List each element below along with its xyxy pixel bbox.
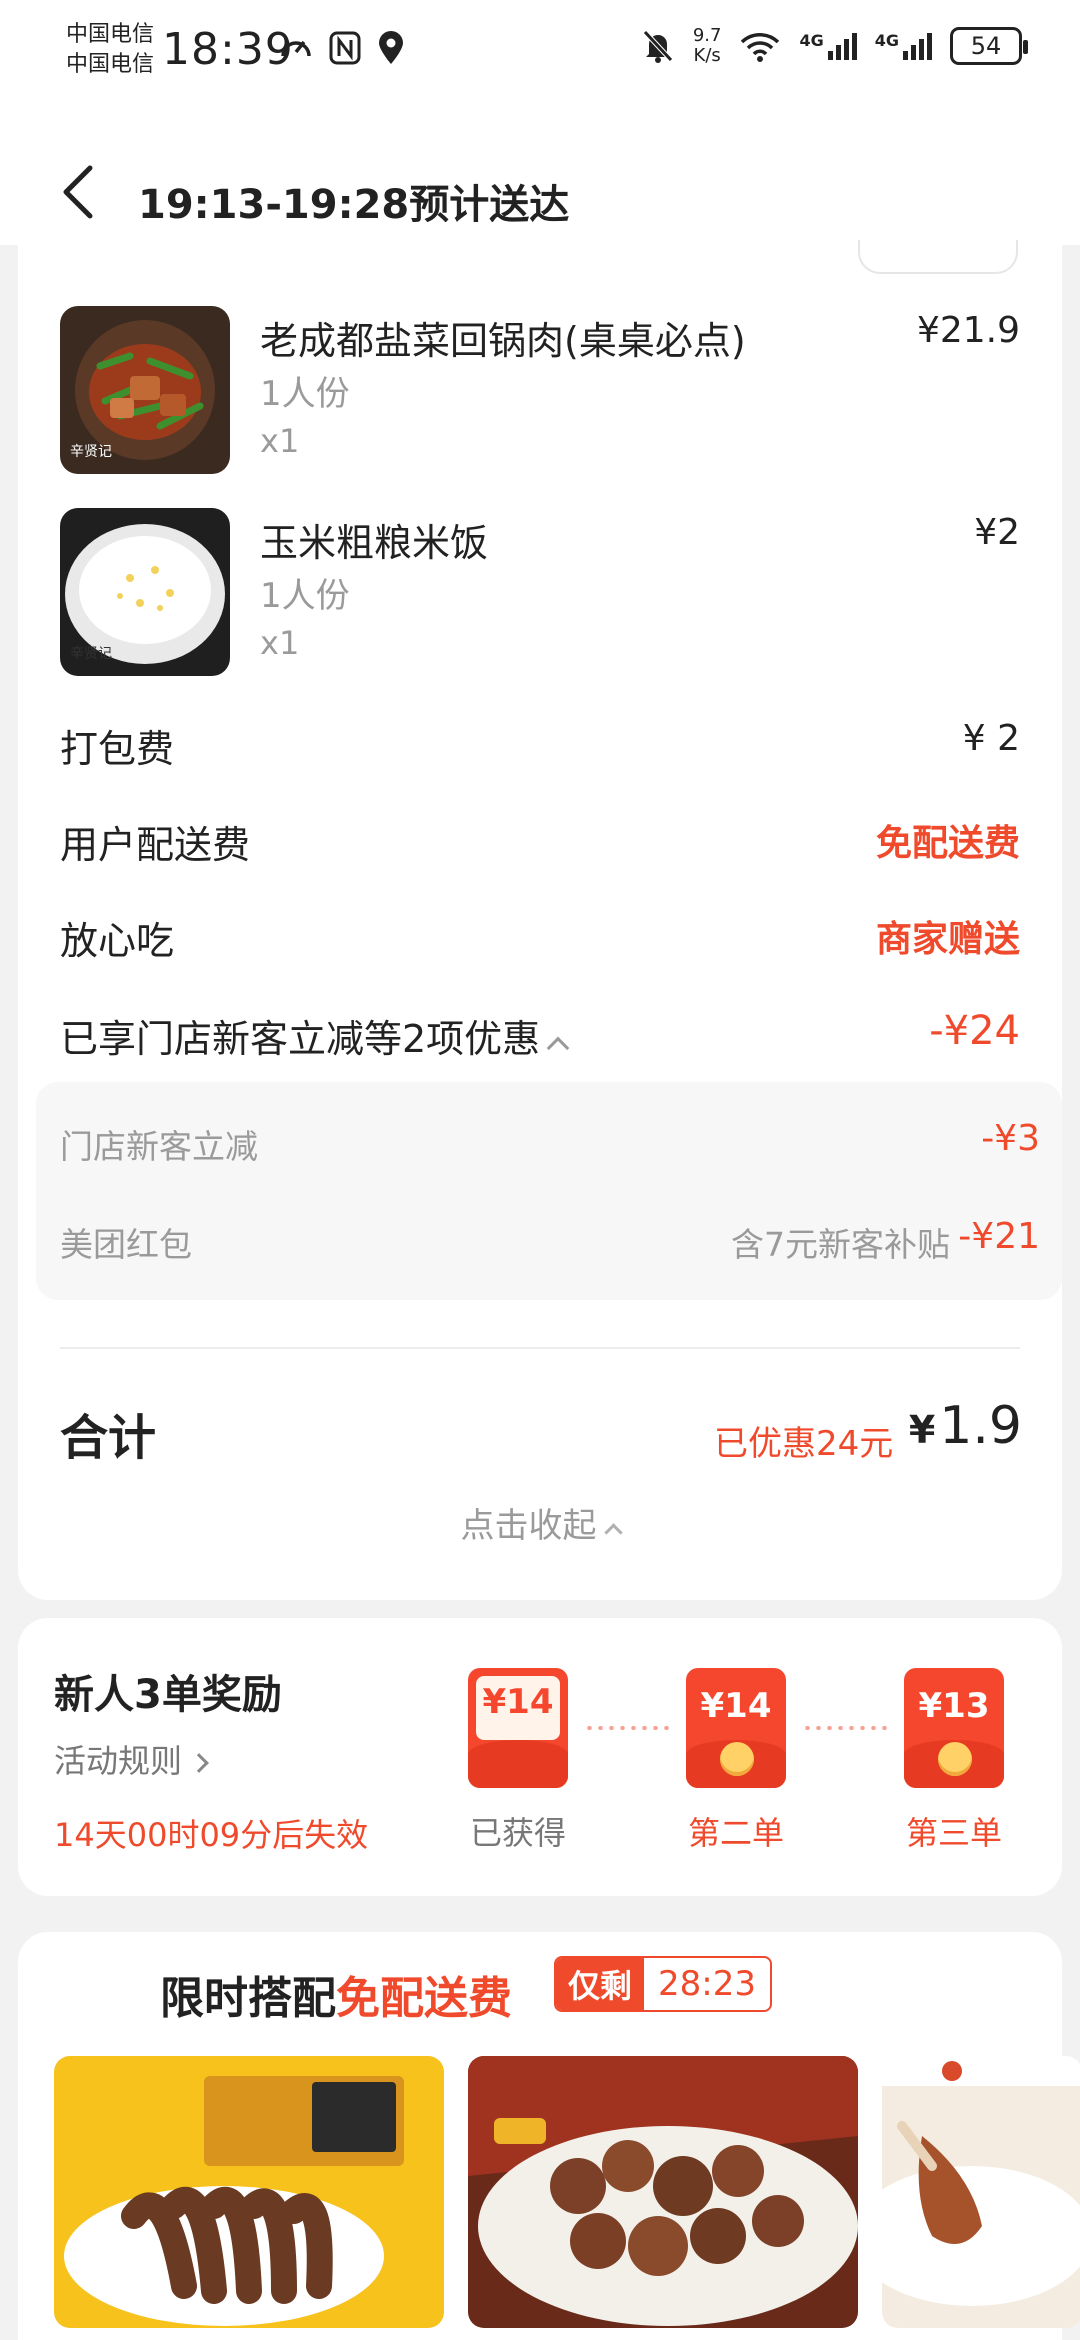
carrier-2: 中国电信 (66, 52, 155, 77)
carrier-1: 中国电信 (66, 22, 155, 47)
speed-unit: K/s (693, 45, 721, 66)
combo-product-image[interactable] (882, 2056, 1080, 2328)
fee-value: ¥ 2 (962, 718, 1020, 759)
combo-product-image[interactable] (54, 2056, 444, 2328)
item-quantity: x1 (260, 624, 300, 662)
item-quantity: x1 (260, 422, 300, 460)
fee-value: 商家赠送 (875, 919, 1020, 960)
combo-title-prefix: 限时搭配 (160, 1973, 336, 2024)
clock: 18:39 (162, 24, 294, 75)
fee-label: 放心吃 (60, 919, 175, 963)
combo-title-highlight: 免配送费 (336, 1973, 512, 2024)
discount-summary-label: 已享门店新客立减等2项优惠 (60, 1008, 570, 1063)
nfc-icon (329, 31, 361, 65)
order-item[interactable]: 辛贤记 老成都盐菜回锅肉(桌桌必点) 1人份 x1 ¥21.9 (60, 306, 1020, 476)
total-price: ¥1.9 (909, 1396, 1022, 1456)
item-name: 老成都盐菜回锅肉(桌桌必点) (260, 319, 746, 363)
coupon-label: 第三单 (905, 1814, 1002, 1852)
fee-value: 免配送费 (875, 823, 1020, 864)
coupon-2[interactable]: ¥14 (686, 1668, 786, 1788)
currency-symbol: ¥ (908, 1408, 936, 1452)
collapse-label: 点击收起 (460, 1506, 597, 1546)
fee-label: 用户配送费 (60, 823, 251, 867)
status-bar: 中国电信 中国电信 18:39 9.7 K/s 4G 4G 54 (0, 0, 1080, 110)
safe-eat-row: 放心吃 商家赠送 (60, 904, 1020, 968)
reward-title: 新人3单奖励 (54, 1672, 282, 1718)
discount-value: -¥3 (981, 1118, 1040, 1159)
collapse-button[interactable]: 点击收起 (18, 1498, 1062, 1547)
discount-value: -¥21 (958, 1216, 1040, 1257)
speedometer-icon (281, 40, 311, 57)
combo-product-image[interactable] (468, 2056, 858, 2328)
discount-label: 美团红包 (60, 1225, 192, 1264)
dish-image: 辛贤记 (60, 508, 230, 676)
divider (60, 1347, 1020, 1349)
coupon-label: 第二单 (687, 1814, 784, 1852)
countdown-timer: 28:23 (658, 1964, 756, 2004)
coupon-3[interactable]: ¥13 (904, 1668, 1004, 1788)
item-price: ¥2 (974, 512, 1020, 553)
location-icon (379, 31, 403, 64)
activity-rules-link[interactable]: 活动规则 (54, 1736, 209, 1782)
coupon-1[interactable]: ¥14 (468, 1668, 568, 1788)
svg-text:辛贤记: 辛贤记 (70, 646, 112, 662)
chevron-up-icon (603, 1523, 623, 1542)
svg-text:辛贤记: 辛贤记 (70, 444, 112, 460)
network-speed: 9.7 K/s (693, 26, 722, 66)
mute-bell-icon (642, 30, 673, 63)
only-left-label: 仅剩 (556, 1958, 645, 2010)
chevron-right-icon (189, 1753, 209, 1773)
rules-label: 活动规则 (54, 1742, 183, 1780)
discount-row: 门店新客立减 -¥3 (60, 1116, 1040, 1166)
dotted-connector (802, 1726, 892, 1730)
discount-summary-text: 已享门店新客立减等2项优惠 (60, 1017, 541, 1061)
order-item[interactable]: 辛贤记 玉米粗粮米饭 1人份 x1 ¥2 (60, 508, 1020, 678)
signal-1: 4G (799, 31, 857, 61)
coupon-amount: ¥14 (482, 1682, 554, 1722)
dish-image: 辛贤记 (60, 306, 230, 474)
discount-details: 门店新客立减 -¥3 美团红包 含7元新客补贴 -¥21 (36, 1082, 1062, 1300)
discount-label: 门店新客立减 (60, 1127, 258, 1166)
countdown-badge: 仅剩 28:23 (554, 1956, 772, 2012)
signal-bars-icon (903, 33, 932, 60)
dotted-connector (584, 1726, 674, 1730)
total-label: 合计 (60, 1410, 157, 1466)
total-amount: 1.9 (939, 1396, 1022, 1456)
wifi-icon (741, 33, 780, 62)
discount-summary-row[interactable]: 已享门店新客立减等2项优惠 -¥24 (60, 1002, 1020, 1066)
delivery-fee-row: 用户配送费 免配送费 (60, 808, 1020, 872)
signal-bars-icon (827, 33, 857, 60)
coupon-amount: ¥14 (700, 1686, 772, 1726)
discount-row: 美团红包 含7元新客补贴 -¥21 (60, 1214, 1040, 1264)
coin-icon (938, 1742, 972, 1776)
speed-value: 9.7 (692, 25, 722, 46)
item-name: 玉米粗粮米饭 (260, 521, 489, 565)
coupon-label: 已获得 (469, 1814, 566, 1852)
back-arrow-icon[interactable] (56, 162, 100, 222)
tab-pill (858, 240, 1018, 274)
coin-icon (720, 1742, 754, 1776)
combo-title: 限时搭配免配送费 (160, 1962, 512, 2026)
packing-fee-row: 打包费 ¥ 2 (60, 712, 1020, 776)
reward-expiry: 14天00时09分后失效 (54, 1816, 369, 1854)
new-user-reward-card: 新人3单奖励 活动规则 14天00时09分后失效 ¥14 ¥14 ¥13 已获得… (18, 1618, 1062, 1896)
signal-2: 4G (875, 31, 932, 61)
net-type-1: 4G (799, 31, 824, 50)
battery-indicator: 54 (950, 27, 1028, 65)
item-spec: 1人份 (260, 576, 350, 616)
limited-combo-card: 限时搭配免配送费 仅剩 28:23 (18, 1932, 1080, 2340)
chevron-up-icon (546, 1036, 570, 1060)
discount-summary-value: -¥24 (929, 1008, 1020, 1054)
coupon-amount: ¥13 (918, 1686, 990, 1726)
carrier-info: 中国电信 中国电信 (66, 20, 154, 80)
discount-note: 含7元新客补贴 (731, 1225, 950, 1264)
order-detail-card: 辛贤记 老成都盐菜回锅肉(桌桌必点) 1人份 x1 ¥21.9 辛贤记 玉米粗粮… (18, 222, 1062, 1600)
item-price: ¥21.9 (916, 310, 1020, 351)
saved-amount: 已优惠24元 (714, 1424, 894, 1464)
fee-label: 打包费 (60, 727, 175, 771)
net-type-2: 4G (874, 31, 899, 50)
item-spec: 1人份 (260, 374, 350, 414)
